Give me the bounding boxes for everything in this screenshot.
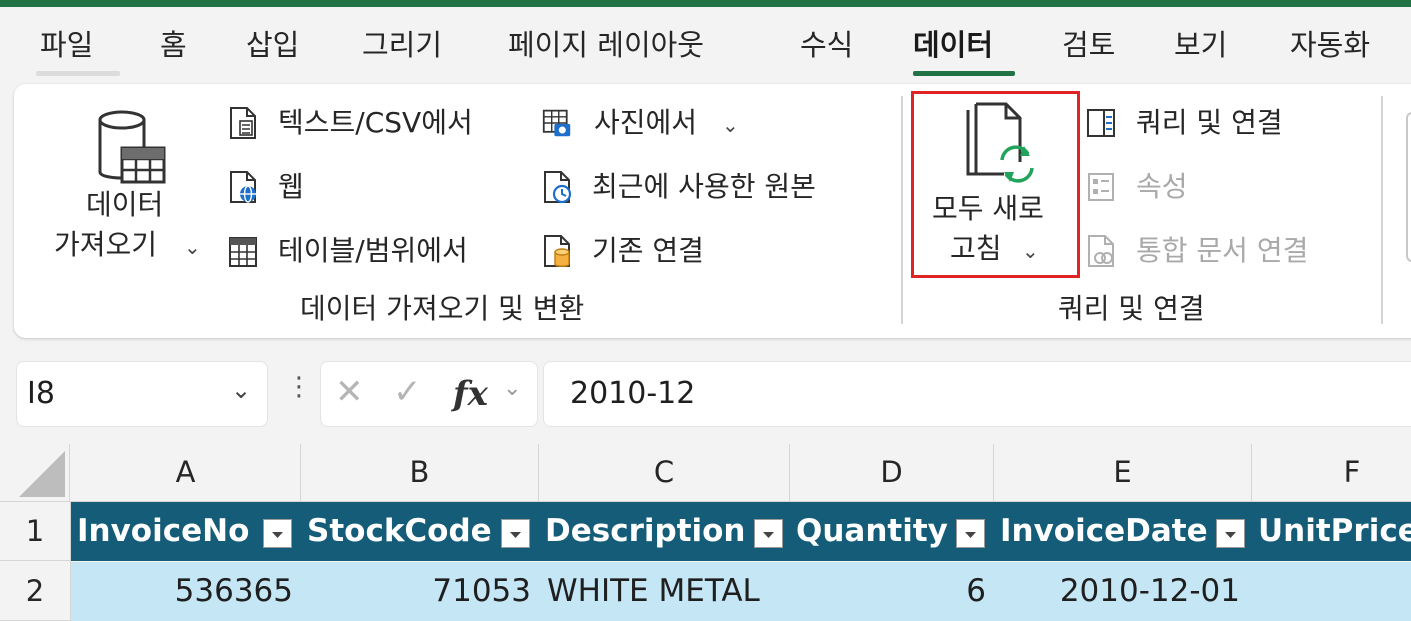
ribbon-next-group-edge	[1406, 112, 1411, 262]
tab-review[interactable]: 검토	[1062, 27, 1115, 63]
table-grid-icon	[229, 237, 257, 267]
filter-dropdown-icon[interactable]	[263, 519, 292, 548]
from-picture-button[interactable]: 사진에서 ⌄	[542, 104, 752, 144]
queries-pane-icon	[1087, 109, 1115, 137]
tab-automate[interactable]: 자동화	[1290, 27, 1370, 63]
properties-label: 속성	[1136, 170, 1188, 203]
formula-controls: ✕ ✓ fx ⌄	[320, 361, 538, 427]
existing-connections-label: 기존 연결	[592, 234, 704, 267]
column-header-b[interactable]: B	[301, 444, 539, 501]
row-header-2[interactable]: 2	[0, 562, 70, 621]
existing-connections-button[interactable]: 기존 연결	[542, 232, 742, 272]
workbook-links-label: 통합 문서 연결	[1136, 234, 1309, 267]
picture-camera-icon	[542, 109, 571, 137]
tab-data-underline	[913, 71, 1015, 76]
enter-check-icon[interactable]: ✓	[393, 372, 422, 412]
from-picture-label: 사진에서	[594, 106, 698, 139]
row-header-1[interactable]: 1	[0, 502, 70, 561]
table-header-cell[interactable]: UnitPrice	[1252, 502, 1411, 561]
column-header-e[interactable]: E	[994, 444, 1252, 501]
insert-function-icon[interactable]: fx	[453, 374, 488, 414]
tab-insert[interactable]: 삽입	[246, 27, 299, 63]
from-web-button[interactable]: 웹	[228, 168, 328, 208]
table-cell[interactable]: WHITE METAL	[539, 562, 790, 621]
from-text-csv-button[interactable]: 텍스트/CSV에서	[228, 104, 508, 144]
name-box[interactable]: I8 ⌄	[16, 361, 268, 427]
from-web-label: 웹	[278, 170, 304, 203]
get-data-label-1: 데이터	[86, 188, 164, 221]
chevron-down-icon[interactable]: ⌄	[503, 376, 521, 401]
table-cell[interactable]: 2010-12-01	[994, 562, 1252, 621]
select-all-corner[interactable]	[0, 444, 70, 501]
tab-file[interactable]: 파일	[40, 27, 93, 63]
formula-input[interactable]: 2010-12	[543, 361, 1411, 427]
text-file-icon	[230, 107, 256, 139]
ribbon-separator	[1381, 96, 1383, 324]
recent-sources-button[interactable]: 최근에 사용한 원본	[542, 168, 862, 208]
web-globe-icon	[230, 171, 256, 203]
column-header-a[interactable]: A	[71, 444, 301, 501]
from-text-csv-label: 텍스트/CSV에서	[278, 106, 473, 139]
from-table-range-button[interactable]: 테이블/범위에서	[228, 232, 508, 272]
filter-dropdown-icon[interactable]	[956, 519, 985, 548]
table-cell[interactable]: 536365	[71, 562, 301, 621]
chevron-down-icon[interactable]: ⌄	[231, 376, 251, 404]
workbook-links-button: 통합 문서 연결	[1086, 232, 1346, 272]
tab-formulas[interactable]: 수식	[800, 27, 853, 63]
get-data-label-2: 가져오기	[54, 228, 158, 261]
cancel-icon[interactable]: ✕	[335, 372, 364, 412]
column-header-d[interactable]: D	[790, 444, 994, 501]
table-cell[interactable]: 71053	[301, 562, 539, 621]
tab-data[interactable]: 데이터	[913, 27, 993, 63]
from-table-range-label: 테이블/범위에서	[278, 234, 468, 267]
database-file-icon	[544, 235, 570, 267]
recent-sources-label: 최근에 사용한 원본	[592, 170, 816, 203]
tab-view[interactable]: 보기	[1174, 27, 1227, 63]
table-header-cell[interactable]: Description	[539, 502, 790, 561]
link-icon	[1088, 235, 1114, 267]
ribbon-tabs: 파일 홈 삽입 그리기 페이지 레이아웃 수식 데이터 검토 보기 자동화	[0, 7, 1411, 83]
properties-button: 속성	[1086, 168, 1206, 208]
queries-connections-button[interactable]: 쿼리 및 연결	[1086, 104, 1316, 144]
get-data-button[interactable]: 데이터 가져오기 ⌄	[46, 98, 206, 278]
table-cell[interactable]	[1252, 562, 1411, 621]
corner-triangle-icon	[19, 451, 65, 497]
highlight-box	[911, 91, 1080, 278]
column-header-f[interactable]: F	[1252, 444, 1411, 501]
filter-dropdown-icon[interactable]	[1216, 519, 1245, 548]
name-box-value: I8	[27, 376, 55, 411]
formula-value: 2010-12	[570, 376, 696, 411]
table-header-cell[interactable]: InvoiceDate	[994, 502, 1252, 561]
group-label-get-transform: 데이터 가져오기 및 변환	[300, 292, 585, 325]
ribbon-separator	[901, 96, 903, 324]
group-label-queries: 쿼리 및 연결	[1058, 292, 1205, 325]
filter-dropdown-icon[interactable]	[754, 519, 783, 548]
filter-dropdown-icon[interactable]	[501, 519, 530, 548]
tab-page-layout[interactable]: 페이지 레이아웃	[508, 27, 704, 63]
tab-file-underline	[36, 71, 120, 76]
queries-connections-label: 쿼리 및 연결	[1136, 106, 1283, 139]
properties-icon	[1088, 173, 1114, 201]
chevron-down-icon: ⌄	[722, 113, 739, 137]
more-options-icon[interactable]: ⋮	[286, 372, 312, 402]
title-accent-bar	[0, 0, 1411, 7]
recent-clock-icon	[544, 171, 572, 204]
column-header-c[interactable]: C	[539, 444, 790, 501]
tab-home[interactable]: 홈	[160, 27, 187, 63]
database-table-icon	[98, 110, 166, 184]
tab-draw[interactable]: 그리기	[362, 27, 442, 63]
table-cell[interactable]: 6	[790, 562, 994, 621]
chevron-down-icon: ⌄	[184, 235, 201, 259]
